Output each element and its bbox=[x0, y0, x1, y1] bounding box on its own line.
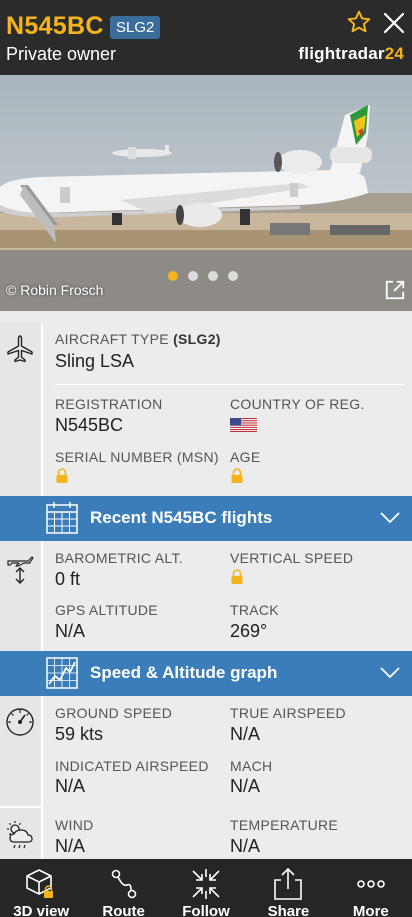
nav-route-label: Route bbox=[102, 903, 145, 917]
chevron-down-icon bbox=[380, 667, 400, 679]
altitude-section: BAROMETRIC ALT. 0 ft VERTICAL SPEED GPS … bbox=[0, 541, 412, 651]
more-icon bbox=[357, 880, 385, 888]
registration-value: N545BC bbox=[55, 415, 124, 435]
divider bbox=[55, 384, 405, 385]
nav-follow-label: Follow bbox=[182, 903, 230, 917]
mach-label: MACH bbox=[230, 758, 273, 774]
indicated-airspeed-label: INDICATED AIRSPEED bbox=[55, 758, 209, 774]
barometric-altitude-value: 0 ft bbox=[55, 569, 81, 589]
aircraft-info-section: AIRCRAFT TYPE (SLG2) Sling LSA REGISTRAT… bbox=[0, 311, 412, 496]
route-icon bbox=[111, 869, 136, 899]
nav-3d-view-label: 3D view bbox=[13, 903, 70, 917]
nav-more-label: More bbox=[352, 903, 389, 917]
true-airspeed-label: TRUE AIRSPEED bbox=[230, 705, 346, 721]
ground-speed-value: 59 kts bbox=[55, 724, 104, 744]
graph-icon bbox=[46, 657, 78, 689]
barometric-altitude-label: BAROMETRIC ALT. bbox=[55, 550, 183, 566]
aircraft-header: N545BC SLG2 Private owner flightradar24 bbox=[0, 0, 412, 75]
owner-label: Private owner bbox=[6, 44, 117, 64]
close-icon[interactable] bbox=[382, 11, 406, 35]
open-external-icon[interactable] bbox=[384, 279, 406, 301]
track-value: 269° bbox=[230, 621, 268, 641]
lock-icon[interactable] bbox=[230, 569, 244, 584]
nav-share-label: Share bbox=[267, 903, 310, 917]
ground-speed-label: GROUND SPEED bbox=[55, 705, 173, 721]
gps-altitude-value: N/A bbox=[55, 621, 86, 641]
indicated-airspeed-value: N/A bbox=[55, 776, 86, 796]
recent-flights-toggle[interactable]: Recent N545BC flights bbox=[0, 496, 412, 541]
nav-3d-view-button[interactable]: 3D view bbox=[0, 859, 82, 917]
share-icon bbox=[274, 867, 303, 900]
nav-share-button[interactable]: Share bbox=[247, 859, 329, 917]
aircraft-type-label: AIRCRAFT TYPE (SLG2) bbox=[55, 331, 221, 347]
registration-title: N545BC bbox=[6, 12, 104, 40]
aircraft-type-value: Sling LSA bbox=[55, 351, 135, 371]
wind-label: WIND bbox=[55, 817, 94, 833]
photo-carousel-dots[interactable] bbox=[168, 271, 238, 281]
true-airspeed-value: N/A bbox=[230, 724, 261, 744]
mach-value: N/A bbox=[230, 776, 261, 796]
speedometer-icon bbox=[6, 708, 34, 736]
lock-icon[interactable] bbox=[55, 468, 69, 483]
vertical-speed-label: VERTICAL SPEED bbox=[230, 550, 354, 566]
speed-section: GROUND SPEED 59 kts TRUE AIRSPEED N/A IN… bbox=[0, 696, 412, 806]
nav-route-button[interactable]: Route bbox=[82, 859, 164, 917]
gps-altitude-label: GPS ALTITUDE bbox=[55, 602, 158, 618]
speed-altitude-graph-toggle[interactable]: Speed & Altitude graph bbox=[0, 651, 412, 696]
cube-lock-icon bbox=[26, 869, 54, 898]
recent-flights-label: Recent N545BC flights bbox=[90, 508, 273, 527]
nav-more-button[interactable]: More bbox=[330, 859, 412, 917]
country-label: COUNTRY OF REG. bbox=[230, 396, 365, 412]
track-label: TRACK bbox=[230, 602, 279, 618]
airplane-icon bbox=[7, 335, 33, 363]
serial-number-label: SERIAL NUMBER (MSN) bbox=[55, 449, 219, 465]
speed-altitude-graph-label: Speed & Altitude graph bbox=[90, 663, 278, 682]
follow-icon bbox=[192, 869, 220, 899]
age-label: AGE bbox=[230, 449, 261, 465]
temperature-value: N/A bbox=[230, 836, 261, 856]
altitude-icon bbox=[7, 556, 34, 584]
chevron-down-icon bbox=[380, 512, 400, 524]
weather-section: WIND N/A TEMPERATURE N/A bbox=[0, 806, 412, 859]
star-icon[interactable] bbox=[346, 9, 372, 35]
carousel-dot-3[interactable] bbox=[208, 271, 218, 281]
us-flag-icon bbox=[230, 418, 257, 432]
weather-icon bbox=[7, 821, 33, 849]
carousel-dot-4[interactable] bbox=[228, 271, 238, 281]
temperature-label: TEMPERATURE bbox=[230, 817, 339, 833]
calendar-icon bbox=[46, 502, 78, 534]
lock-icon[interactable] bbox=[230, 468, 244, 483]
wind-value: N/A bbox=[55, 836, 86, 856]
bottom-nav: 3D view Route Follow Share More bbox=[0, 859, 412, 917]
registration-label: REGISTRATION bbox=[55, 396, 163, 412]
carousel-dot-2[interactable] bbox=[188, 271, 198, 281]
photo-credit: © Robin Frosch bbox=[6, 282, 104, 298]
flightradar24-logo: flightradar24 bbox=[298, 44, 404, 63]
carousel-dot-1[interactable] bbox=[168, 271, 178, 281]
type-code-badge: SLG2 bbox=[110, 16, 161, 39]
aircraft-photo[interactable]: © Robin Frosch bbox=[0, 75, 412, 311]
nav-follow-button[interactable]: Follow bbox=[165, 859, 247, 917]
